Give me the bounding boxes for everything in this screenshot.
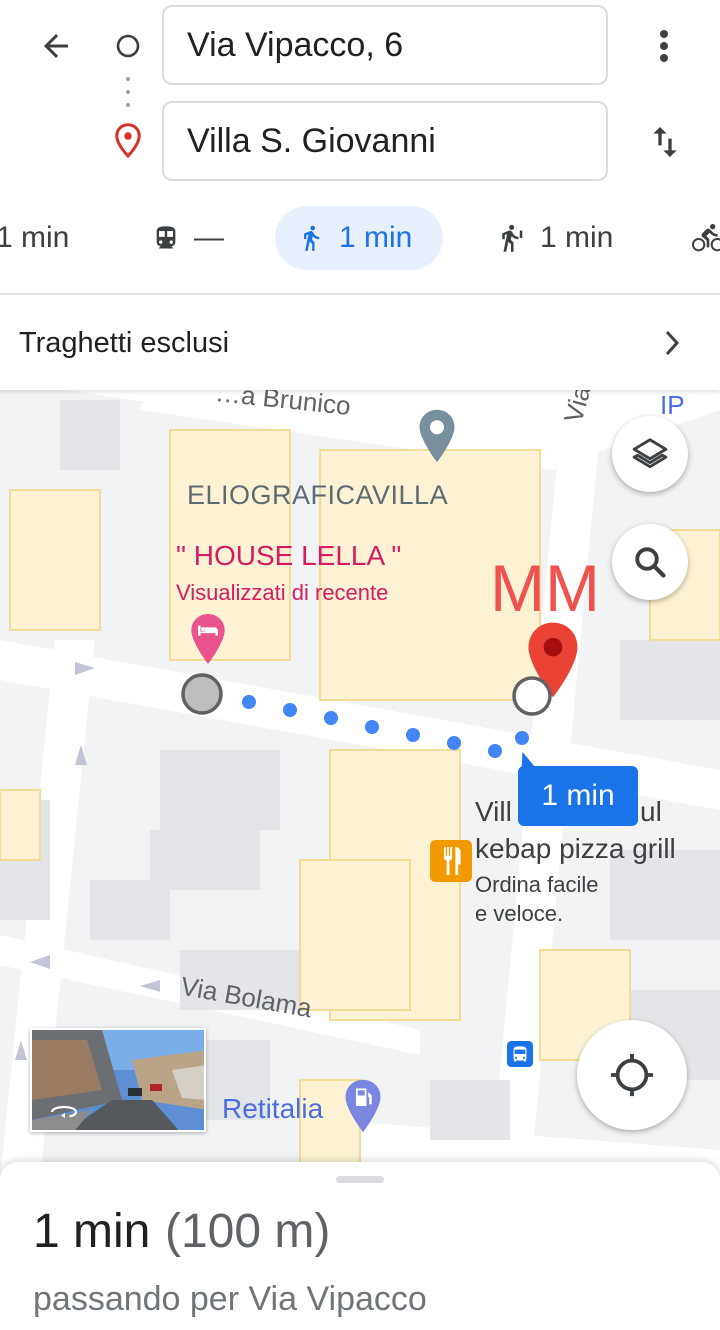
map-view[interactable]: …a Brunico Viale M Via Bolama IP ELIOGRA…: [0, 390, 720, 1180]
mode-walk-label: 1 min: [339, 221, 413, 254]
mode-ride-label: 1 min: [540, 221, 614, 254]
chevron-right-icon: [665, 330, 680, 356]
destination-pin-icon: [115, 123, 141, 159]
poi-label-kebab-line2[interactable]: kebap pizza grill: [475, 833, 676, 865]
poi-sublabel-kebab-2: e veloce.: [475, 901, 564, 926]
back-button[interactable]: [30, 20, 82, 72]
route-time-badge[interactable]: 1 min: [518, 766, 638, 826]
bike-icon: [692, 224, 720, 252]
rotate-360-icon: [50, 1105, 78, 1118]
poi-label-house-lella[interactable]: " HOUSE LELLA ": [176, 540, 401, 572]
mode-drive-label: 1 min: [0, 221, 70, 254]
origin-circle-icon: [116, 34, 140, 58]
poi-label-kebab-line1[interactable]: Vill: [475, 796, 512, 828]
map-annotation-mm: MM: [490, 551, 600, 625]
my-location-button[interactable]: [577, 1020, 687, 1130]
travel-modes-bar: 1 min — 1 min 1 min: [0, 198, 720, 278]
search-icon: [635, 547, 666, 578]
ride-hailing-icon: [502, 224, 523, 252]
route-options-label: Traghetti esclusi: [19, 326, 230, 359]
poi-label-eliografica[interactable]: ELIOGRAFICAVILLA: [187, 480, 448, 511]
mode-drive[interactable]: 1 min: [0, 206, 69, 270]
poi-label-retitalia[interactable]: Retitalia: [222, 1093, 323, 1125]
poi-sublabel-kebab-1: Ordina facile: [475, 872, 599, 897]
crosshair-icon: [610, 1053, 654, 1097]
route-dots-icon: [126, 77, 130, 107]
mode-bike[interactable]: [688, 206, 720, 270]
hotel-pin-icon[interactable]: [188, 612, 228, 666]
bus-stop-icon[interactable]: [507, 1041, 533, 1067]
street-view-thumbnail[interactable]: [30, 1028, 206, 1132]
route-end-marker: [512, 676, 552, 716]
more-options-button[interactable]: [640, 20, 688, 72]
train-icon: [156, 226, 176, 249]
route-start-marker: [181, 673, 223, 715]
sheet-drag-handle[interactable]: [336, 1176, 384, 1183]
walk-icon: [304, 225, 320, 251]
swap-vert-icon: [653, 127, 677, 157]
poi-sublabel-house-lella: Visualizzati di recente: [176, 580, 389, 605]
swap-button[interactable]: [640, 115, 690, 169]
mode-walk[interactable]: 1 min: [275, 206, 443, 270]
poi-label-kebab-line1b[interactable]: ul: [640, 796, 662, 828]
route-duration: 1 min: [33, 1205, 151, 1258]
destination-input[interactable]: Villa S. Giovanni: [162, 101, 608, 181]
search-along-route-button[interactable]: [612, 524, 688, 600]
poi-label-ip: IP: [660, 390, 685, 420]
route-via-text: passando per Via Vipacco: [33, 1280, 427, 1318]
route-options-row[interactable]: Traghetti esclusi: [0, 296, 720, 390]
place-pin-icon[interactable]: [416, 408, 458, 464]
layers-button[interactable]: [612, 416, 688, 492]
more-vert-icon: [660, 30, 668, 62]
route-summary-sheet[interactable]: 1 min (100 m) passando per Via Vipacco: [0, 1162, 720, 1330]
layers-icon: [632, 438, 668, 469]
route-distance: (100 m): [165, 1205, 331, 1258]
restaurant-icon[interactable]: [430, 840, 472, 882]
gas-station-pin-icon[interactable]: [342, 1078, 384, 1134]
mode-transit-label: —: [194, 221, 224, 254]
arrow-back-icon: [44, 34, 68, 58]
directions-header: Via Vipacco, 6 Villa S. Giovanni 1 min —…: [0, 0, 720, 390]
directions-screen: Via Vipacco, 6 Villa S. Giovanni 1 min —…: [0, 0, 720, 1330]
mode-ride[interactable]: 1 min: [496, 206, 613, 270]
mode-transit[interactable]: —: [152, 206, 224, 270]
header-divider: [0, 293, 720, 295]
origin-input[interactable]: Via Vipacco, 6: [162, 5, 608, 85]
